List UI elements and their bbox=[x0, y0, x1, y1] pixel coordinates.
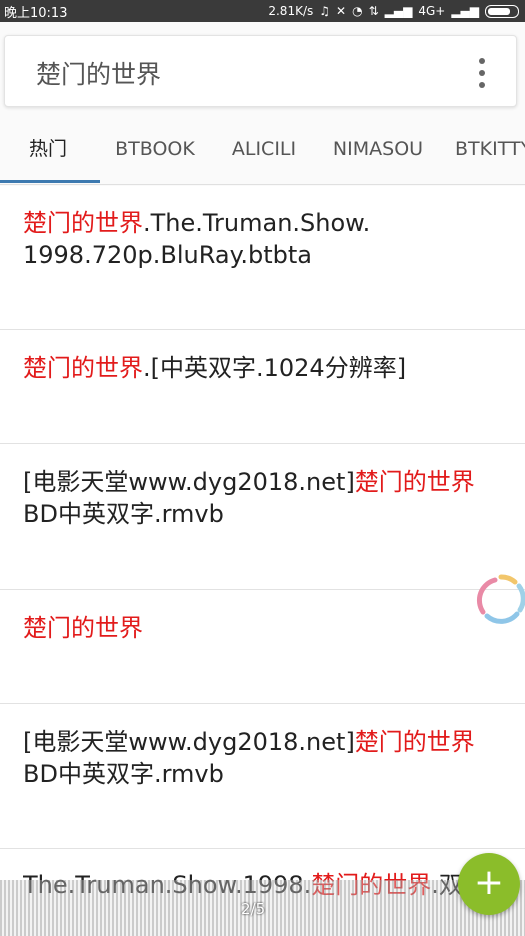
loading-spinner-icon bbox=[476, 574, 525, 624]
result-title: [电影天堂www.dyg2018.net]楚门的世界 BD中英双字.rmvb bbox=[23, 468, 475, 528]
list-item[interactable]: 楚门的世界.The.Truman.Show. 1998.720p.BluRay.b… bbox=[0, 186, 525, 330]
signal-icon-2: ▂▄▆ bbox=[451, 4, 479, 18]
result-title: 楚门的世界.The.Truman.Show. 1998.720p.BluRay.b… bbox=[23, 209, 371, 269]
result-title: [电影天堂www.dyg2018.net]楚门的世界 BD中英双字.rmvb bbox=[23, 728, 475, 788]
tab-btbook[interactable]: BTBOOK bbox=[100, 117, 210, 183]
result-title: 楚门的世界 bbox=[23, 614, 143, 642]
alarm-icon: ◔ bbox=[352, 4, 363, 18]
network-type: 4G+ bbox=[418, 4, 446, 18]
status-icons: 2.81K/s ♫ ✕ ◔ ⇅ ▂▄▆ 4G+ ▂▄▆ bbox=[268, 4, 519, 18]
search-bar[interactable]: 楚门的世界 bbox=[4, 35, 517, 107]
status-bar: 晚上10:13 2.81K/s ♫ ✕ ◔ ⇅ ▂▄▆ 4G+ ▂▄▆ bbox=[0, 0, 525, 22]
page-indicator: 2/5 bbox=[241, 900, 266, 918]
source-tabs: 热门 BTBOOK ALICILI NIMASOU BTKITTY bbox=[0, 117, 525, 185]
battery-icon bbox=[485, 4, 519, 18]
data-transfer-icon: ⇅ bbox=[368, 4, 379, 18]
result-title: The.Truman.Show.1998.楚门的世界.双 bbox=[23, 871, 463, 899]
list-item[interactable]: [电影天堂www.dyg2018.net]楚门的世界 BD中英双字.rmvb bbox=[0, 704, 525, 849]
tab-nimasou[interactable]: NIMASOU bbox=[318, 117, 438, 183]
headphone-icon: ♫ bbox=[319, 4, 331, 18]
list-item[interactable]: [电影天堂www.dyg2018.net]楚门的世界 BD中英双字.rmvb bbox=[0, 444, 525, 590]
tab-hot[interactable]: 热门 bbox=[0, 117, 96, 183]
list-item[interactable]: 楚门的世界.[中英双字.1024分辨率] bbox=[0, 330, 525, 444]
tab-indicator bbox=[0, 180, 100, 183]
search-input[interactable]: 楚门的世界 bbox=[36, 55, 161, 91]
list-item[interactable]: The.Truman.Show.1998.楚门的世界.双 bbox=[0, 849, 525, 936]
tab-btkitty[interactable]: BTKITTY bbox=[440, 117, 525, 183]
status-time: 晚上10:13 bbox=[4, 5, 68, 21]
tab-alicili[interactable]: ALICILI bbox=[214, 117, 314, 183]
network-speed: 2.81K/s bbox=[268, 4, 314, 18]
more-vert-icon[interactable] bbox=[478, 58, 486, 88]
add-button[interactable]: + bbox=[458, 853, 520, 915]
mute-icon: ✕ bbox=[336, 4, 347, 18]
signal-icon: ▂▄▆ bbox=[384, 4, 413, 18]
list-item[interactable]: 楚门的世界 bbox=[0, 590, 525, 704]
result-list: 楚门的世界.The.Truman.Show. 1998.720p.BluRay.b… bbox=[0, 186, 525, 936]
result-title: 楚门的世界.[中英双字.1024分辨率] bbox=[23, 354, 407, 382]
